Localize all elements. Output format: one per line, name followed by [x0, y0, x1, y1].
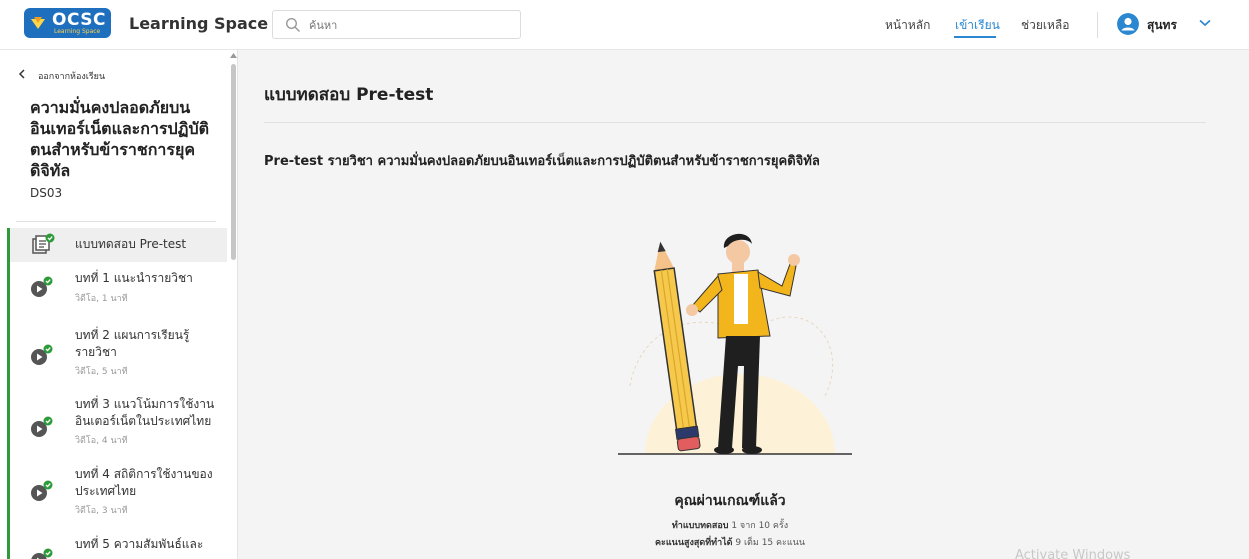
user-avatar-icon[interactable] — [1117, 13, 1139, 35]
sidebar-item-label: แบบทดสอบ Pre-test — [75, 237, 187, 251]
best-score-label: คะแนนสูงสุดที่ทำได้ — [655, 538, 733, 548]
attempts-label: ทำแบบทดสอบ — [671, 521, 729, 531]
brand-name[interactable]: Learning Space — [129, 14, 268, 33]
sidebar-item-meta: วิดีโอ, 4 นาที — [75, 436, 128, 446]
sidebar-scrollbar-thumb[interactable] — [231, 64, 236, 260]
sidebar-divider — [16, 221, 216, 222]
activate-windows-watermark: Activate Windows — [1015, 548, 1131, 559]
sidebar-item-meta: วิดีโอ, 3 นาที — [75, 506, 128, 516]
video-done-icon — [31, 548, 53, 559]
quiz-subtitle: Pre-test รายวิชา ความมั่นคงปลอดภัยบนอินเ… — [264, 154, 820, 169]
sidebar-item-lesson-3[interactable]: บทที่ 3 แนวโน้มการใช้งานอินเตอร์เน็ตในปร… — [10, 394, 227, 456]
course-code: DS03 — [30, 186, 63, 200]
nav-active-underline — [954, 36, 996, 38]
video-done-icon — [31, 344, 53, 365]
scroll-up-arrow-icon[interactable] — [230, 53, 237, 58]
user-name[interactable]: สุนทร — [1147, 16, 1177, 35]
title-divider — [264, 122, 1206, 123]
sidebar-item-lesson-1[interactable]: บทที่ 1 แนะนำรายวิชา วิดีโอ, 1 นาที — [10, 264, 227, 310]
best-score-line: คะแนนสูงสุดที่ทำได้ 9 เต็ม 15 คะแนน — [560, 535, 900, 549]
chevron-down-icon[interactable] — [1199, 19, 1211, 27]
quiz-done-icon — [32, 233, 55, 254]
sidebar-item-label: บทที่ 5 ความสัมพันธ์และ — [75, 537, 204, 551]
top-bar: OCSC Learning Space Learning Space หน้าห… — [0, 0, 1249, 50]
chevron-left-icon[interactable] — [18, 69, 26, 79]
nav-study[interactable]: เข้าเรียน — [955, 16, 1000, 35]
sidebar-item-lesson-2[interactable]: บทที่ 2 แผนการเรียนรู้รายวิชา วิดีโอ, 5 … — [10, 324, 227, 386]
result-title: คุณผ่านเกณฑ์แล้ว — [674, 493, 786, 509]
search-input[interactable] — [309, 15, 509, 35]
pencil-person-illustration — [618, 233, 852, 455]
video-done-icon — [31, 480, 53, 501]
attempts-line: ทำแบบทดสอบ 1 จาก 10 ครั้ง — [560, 518, 900, 532]
search-icon — [285, 17, 300, 32]
sidebar-item-pretest[interactable]: แบบทดสอบ Pre-test — [10, 228, 227, 262]
sidebar-item-lesson-4[interactable]: บทที่ 4 สถิติการใช้งานของประเทศไทย วิดีโ… — [10, 464, 227, 526]
sidebar-item-label: บทที่ 4 สถิติการใช้งานของประเทศไทย — [75, 467, 213, 498]
logo-text: OCSC — [52, 10, 106, 30]
leave-classroom-link[interactable]: ออกจากห้องเรียน — [38, 69, 105, 83]
sidebar-item-meta: วิดีโอ, 5 นาที — [75, 367, 128, 377]
logo-mark-icon — [31, 17, 45, 29]
nav-divider — [1097, 12, 1098, 38]
video-done-icon — [31, 416, 53, 437]
page-title: แบบทดสอบ Pre-test — [264, 85, 434, 105]
nav-help[interactable]: ช่วยเหลือ — [1021, 16, 1070, 35]
attempts-value: 1 จาก 10 ครั้ง — [731, 521, 789, 531]
course-sidebar: ออกจากห้องเรียน ความมั่นคงปลอดภัยบนอินเท… — [0, 50, 238, 559]
sidebar-item-label: บทที่ 1 แนะนำรายวิชา — [75, 271, 193, 285]
video-done-icon — [31, 276, 53, 297]
sidebar-item-label: บทที่ 2 แผนการเรียนรู้รายวิชา — [75, 328, 190, 359]
ocsc-logo[interactable]: OCSC Learning Space — [24, 8, 111, 38]
best-score-value: 9 เต็ม 15 คะแนน — [735, 538, 805, 548]
sidebar-item-lesson-5[interactable]: บทที่ 5 ความสัมพันธ์และ — [10, 534, 227, 559]
logo-subtext: Learning Space — [54, 28, 101, 35]
search-box[interactable] — [272, 10, 521, 39]
course-title: ความมั่นคงปลอดภัยบนอินเทอร์เน็ตและการปฏิ… — [30, 98, 209, 180]
sidebar-item-meta: วิดีโอ, 1 นาที — [75, 294, 128, 304]
sidebar-item-label: บทที่ 3 แนวโน้มการใช้งานอินเตอร์เน็ตในปร… — [75, 397, 215, 428]
nav-home[interactable]: หน้าหลัก — [885, 16, 930, 35]
